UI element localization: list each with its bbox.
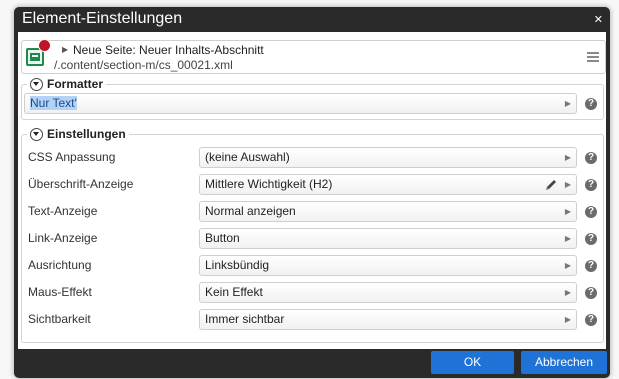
chevron-right-icon: ▶	[564, 315, 571, 324]
formatter-select[interactable]: Nur Text' ▶	[24, 93, 577, 114]
settings-legend-label: Einstellungen	[47, 127, 126, 141]
setting-select[interactable]: Linksbündig ▶	[199, 255, 577, 276]
setting-label: Sichtbarkeit	[28, 312, 91, 326]
dialog-content: ▶ Neue Seite: Neuer Inhalts-Abschnitt /.…	[18, 32, 606, 349]
setting-select-value: Kein Effekt	[205, 285, 263, 299]
chevron-right-icon: ▶	[564, 288, 571, 297]
cancel-button[interactable]: Abbrechen	[521, 351, 607, 374]
setting-label: CSS Anpassung	[28, 150, 116, 164]
setting-select-value: Immer sichtbar	[205, 312, 285, 326]
help-icon[interactable]: ?	[585, 287, 597, 299]
chevron-right-icon: ▶	[564, 180, 571, 189]
setting-select-value: Button	[205, 231, 240, 245]
setting-label: Link-Anzeige	[28, 231, 98, 245]
chevron-right-icon: ▶	[564, 234, 571, 243]
setting-label: Ausrichtung	[28, 258, 92, 272]
setting-select[interactable]: Kein Effekt ▶	[199, 282, 577, 303]
setting-label: Maus-Effekt	[28, 285, 92, 299]
chevron-right-icon: ▶	[564, 261, 571, 270]
setting-select-value: Mittlere Wichtigkeit (H2)	[205, 177, 333, 191]
setting-select-value: Normal anzeigen	[205, 204, 296, 218]
triangle-right-icon[interactable]: ▶	[62, 45, 68, 54]
ok-button[interactable]: OK	[431, 351, 514, 374]
setting-select[interactable]: Immer sichtbar ▶	[199, 309, 577, 330]
chevron-right-icon: ▶	[564, 153, 571, 162]
collapse-toggle-icon[interactable]	[30, 77, 43, 91]
hamburger-menu-icon[interactable]	[587, 52, 599, 62]
help-icon[interactable]: ?	[585, 233, 597, 245]
chevron-right-icon: ▶	[564, 99, 571, 108]
dialog-titlebar[interactable]: Element-Einstellungen ✕	[14, 7, 610, 32]
setting-label: Text-Anzeige	[28, 204, 98, 218]
collapse-toggle-icon[interactable]	[30, 127, 43, 141]
help-icon[interactable]: ?	[585, 179, 597, 191]
setting-select[interactable]: Normal anzeigen ▶	[199, 201, 577, 222]
setting-select[interactable]: Button ▶	[199, 228, 577, 249]
changed-badge-icon	[38, 39, 51, 52]
resource-panel: ▶ Neue Seite: Neuer Inhalts-Abschnitt /.…	[21, 39, 606, 74]
help-icon[interactable]: ?	[585, 98, 597, 110]
formatter-select-value: Nur Text'	[30, 96, 77, 110]
formatter-legend-label: Formatter	[47, 77, 104, 91]
pencil-edit-icon[interactable]	[544, 178, 558, 192]
help-icon[interactable]: ?	[585, 206, 597, 218]
formatter-legend[interactable]: Formatter	[27, 77, 107, 91]
formatter-fieldset: Formatter Nur Text' ▶ ?	[21, 77, 604, 120]
help-icon[interactable]: ?	[585, 314, 597, 326]
setting-label: Überschrift-Anzeige	[28, 177, 134, 191]
dialog-title: Element-Einstellungen	[22, 10, 183, 27]
help-icon[interactable]: ?	[585, 260, 597, 272]
setting-select-value: (keine Auswahl)	[205, 150, 290, 164]
help-icon[interactable]: ?	[585, 152, 597, 164]
chevron-right-icon: ▶	[564, 207, 571, 216]
setting-select[interactable]: (keine Auswahl) ▶	[199, 147, 577, 168]
settings-legend[interactable]: Einstellungen	[27, 127, 129, 141]
setting-select[interactable]: Mittlere Wichtigkeit (H2) ▶	[199, 174, 577, 195]
close-icon[interactable]: ✕	[594, 13, 603, 26]
resource-title: Neue Seite: Neuer Inhalts-Abschnitt	[73, 43, 264, 57]
resource-path: /.content/section-m/cs_00021.xml	[54, 58, 233, 72]
setting-select-value: Linksbündig	[205, 258, 270, 272]
settings-fieldset: Einstellungen CSS Anpassung (keine Auswah…	[21, 127, 604, 343]
element-settings-dialog: Element-Einstellungen ✕ ▶ Neue Seite: Ne…	[14, 7, 610, 378]
